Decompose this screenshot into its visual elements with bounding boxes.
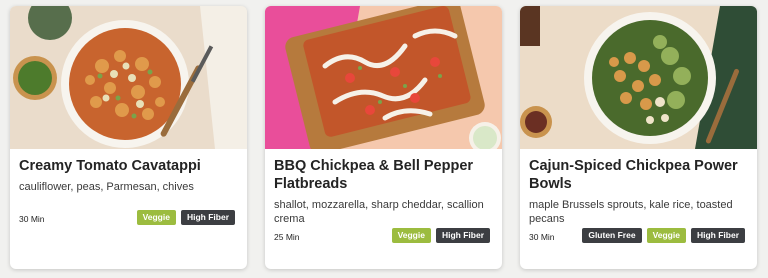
- recipe-tags: Gluten Free Veggie High Fiber: [582, 228, 745, 243]
- recipe-card-bbq-chickpea-flatbreads[interactable]: BBQ Chickpea & Bell Pepper Flatbreads sh…: [265, 6, 502, 269]
- chickpea-bowl-photo: [520, 6, 757, 149]
- tag-high-fiber: High Fiber: [180, 210, 235, 225]
- pasta-bowl-photo: [10, 6, 247, 149]
- recipe-card-grid: Creamy Tomato Cavatappi cauliflower, pea…: [0, 0, 768, 278]
- tag-veggie: Veggie: [391, 228, 431, 243]
- recipe-description: shallot, mozzarella, sharp cheddar, scal…: [274, 199, 484, 225]
- tag-high-fiber: High Fiber: [435, 228, 490, 243]
- tag-gluten-free: Gluten Free: [582, 228, 642, 243]
- recipe-title[interactable]: BBQ Chickpea & Bell Pepper Flatbreads: [274, 157, 494, 193]
- recipe-title[interactable]: Cajun-Spiced Chickpea Power Bowls: [529, 157, 749, 193]
- recipe-tags: Veggie High Fiber: [391, 228, 490, 243]
- cook-time: 30 Min: [19, 214, 45, 224]
- tag-veggie: Veggie: [646, 228, 686, 243]
- tag-high-fiber: High Fiber: [690, 228, 745, 243]
- recipe-card-cajun-chickpea-power-bowls[interactable]: Cajun-Spiced Chickpea Power Bowls maple …: [520, 6, 757, 269]
- recipe-tags: Veggie High Fiber: [136, 210, 235, 225]
- recipe-description: cauliflower, peas, Parmesan, chives: [19, 181, 194, 193]
- cook-time: 30 Min: [529, 232, 555, 242]
- recipe-title[interactable]: Creamy Tomato Cavatappi: [19, 157, 239, 175]
- recipe-card-creamy-tomato-cavatappi[interactable]: Creamy Tomato Cavatappi cauliflower, pea…: [10, 6, 247, 269]
- recipe-description: maple Brussels sprouts, kale rice, toast…: [529, 199, 733, 225]
- cook-time: 25 Min: [274, 232, 300, 242]
- tag-veggie: Veggie: [136, 210, 176, 225]
- flatbread-photo: [265, 6, 502, 149]
